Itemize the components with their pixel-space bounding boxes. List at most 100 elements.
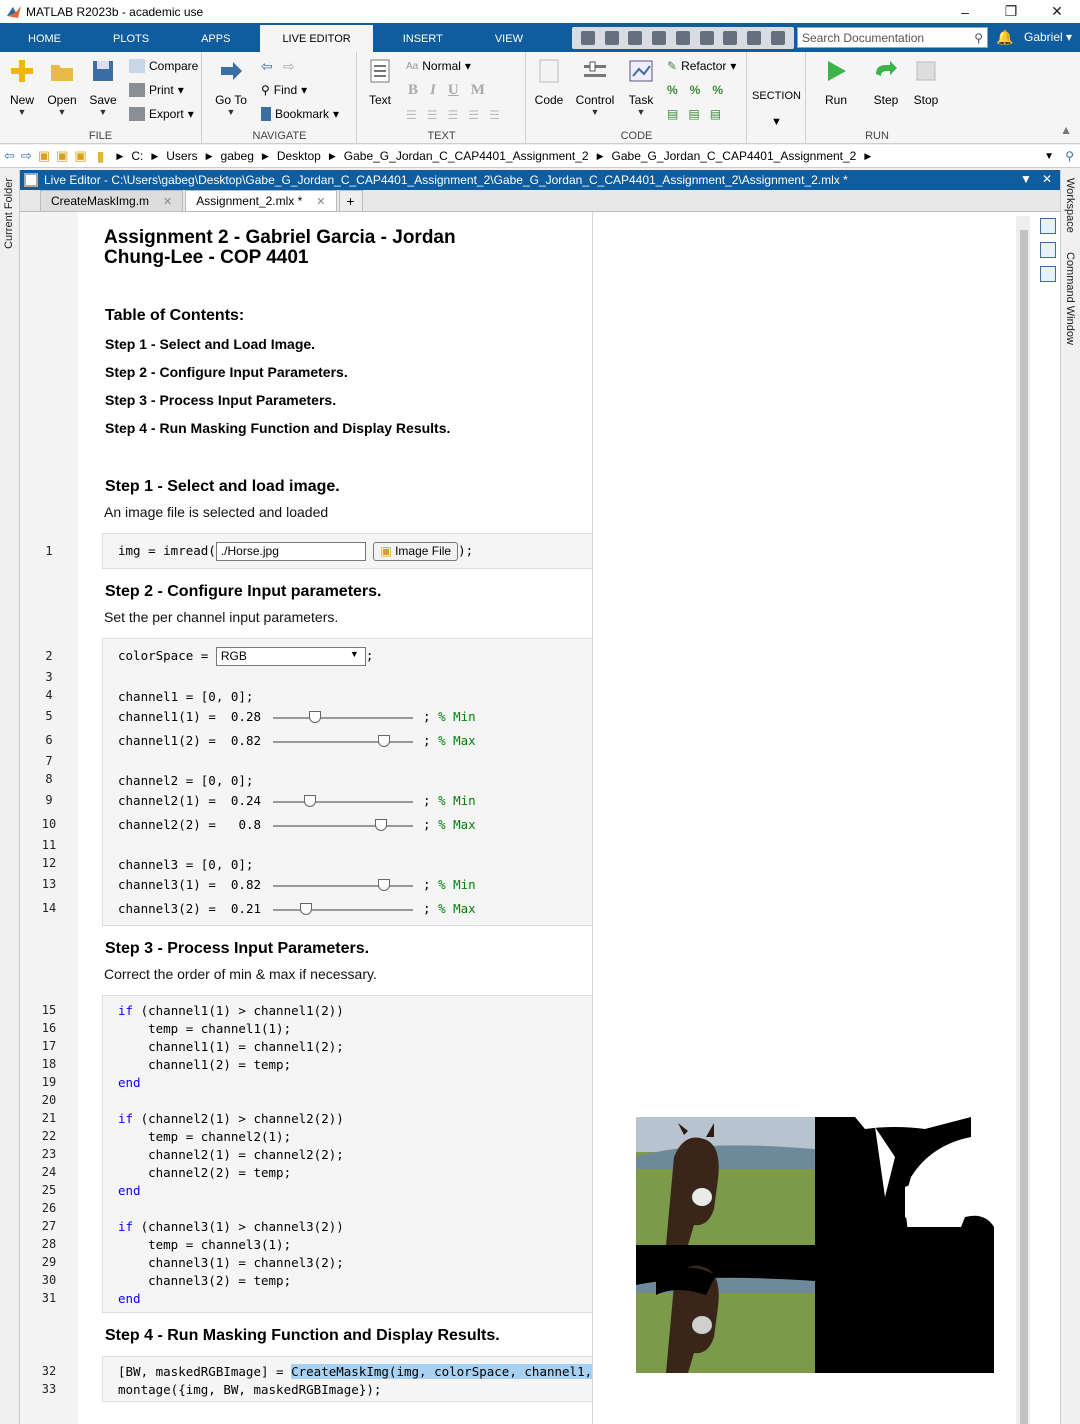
editor-close-icon[interactable]: ✕ [1042, 172, 1052, 186]
image-file-path-input[interactable]: ./Horse.jpg [215, 542, 366, 561]
stop-button[interactable]: Stop [904, 58, 948, 107]
breadcrumb-item[interactable]: Gabe_G_Jordan_C_CAP4401_Assignment_2 [612, 149, 857, 163]
slider-channel1-max[interactable] [273, 734, 414, 747]
minimize-icon[interactable]: – [942, 0, 988, 23]
save-button[interactable]: Save ▼ [81, 58, 125, 117]
notification-bell-icon[interactable]: 🔔 [996, 29, 1013, 46]
tab-apps[interactable]: APPS [179, 26, 252, 52]
comment-icon[interactable]: % [667, 83, 678, 97]
current-folder-tab[interactable]: Current Folder [3, 178, 15, 249]
hide-code-icon[interactable] [1040, 266, 1056, 282]
tab-home[interactable]: HOME [6, 26, 83, 52]
increase-indent-icon[interactable]: ▤ [710, 107, 721, 121]
align-left-icon[interactable]: ☰ [448, 108, 459, 122]
slider-thumb[interactable] [377, 878, 390, 891]
colorspace-dropdown[interactable]: RGB ▼ [215, 647, 366, 666]
user-menu[interactable]: Gabriel ▾ [1024, 30, 1072, 44]
breadcrumb-item[interactable]: Gabe_G_Jordan_C_CAP4401_Assignment_2 [344, 149, 589, 163]
document-pane[interactable]: Assignment 2 - Gabriel Garcia - Jordan C… [78, 212, 593, 1424]
output-right-icon[interactable] [1040, 242, 1056, 258]
refactor-button[interactable]: ✎ Refactor ▾ [667, 59, 736, 73]
new-tab-button[interactable]: + [338, 190, 363, 211]
maximize-icon[interactable]: ❐ [988, 0, 1034, 23]
back-arrow-icon[interactable]: ⇦ [261, 58, 273, 75]
code-block-step2[interactable]: colorSpace = RGB ▼; channel1 = [0, 0]; ch… [102, 638, 592, 926]
search-icon[interactable]: ⚲ [974, 31, 983, 45]
uncomment-icon[interactable]: % [690, 83, 701, 97]
toc-link[interactable]: Step 3 - Process Input Parameters. [105, 392, 336, 408]
close-tab-icon[interactable]: ✕ [163, 195, 172, 208]
browse-folder-icon[interactable]: ▣ [56, 148, 68, 164]
run-button[interactable]: Run [814, 58, 858, 107]
slider-channel3-min[interactable] [273, 878, 414, 891]
toc-link[interactable]: Step 4 - Run Masking Function and Displa… [105, 420, 450, 436]
text-button[interactable]: Text [358, 58, 402, 107]
smart-indent-icon[interactable]: ▤ [667, 107, 678, 121]
path-dropdown-icon[interactable]: ▼ [1044, 151, 1054, 162]
underline-button[interactable]: U [448, 82, 459, 99]
section-button[interactable]: SECTION [748, 90, 805, 102]
image-file-button[interactable]: ▣ Image File [373, 542, 459, 561]
tab-live-editor[interactable]: LIVE EDITOR [260, 25, 373, 52]
montage-figure[interactable] [636, 1117, 994, 1373]
tab-view[interactable]: VIEW [473, 26, 545, 52]
tab-plots[interactable]: PLOTS [91, 26, 171, 52]
file-tab-assignment2[interactable]: Assignment_2.mlx * ✕ [185, 190, 337, 211]
italic-button[interactable]: I [430, 82, 436, 99]
tab-insert[interactable]: INSERT [381, 26, 465, 52]
align-right-icon[interactable]: ☰ [489, 108, 500, 122]
save-icon[interactable] [580, 31, 595, 45]
step-button[interactable]: Step [864, 58, 908, 107]
breadcrumb-item[interactable]: gabeg [221, 149, 254, 163]
find-button[interactable]: ⚲ Find ▾ [261, 83, 307, 97]
slider-thumb[interactable] [299, 902, 312, 915]
slider-thumb[interactable] [375, 818, 388, 831]
slider-thumb[interactable] [303, 794, 316, 807]
help-icon[interactable] [747, 31, 762, 45]
close-tab-icon[interactable]: ✕ [316, 195, 325, 208]
task-button[interactable]: Task ▼ [619, 58, 663, 117]
switch-windows-icon[interactable] [723, 31, 738, 45]
code-block-step3[interactable]: if (channel1(1) > channel1(2)) temp = ch… [102, 995, 592, 1313]
align-center-icon[interactable]: ☰ [468, 108, 479, 122]
toc-link[interactable]: Step 2 - Configure Input Parameters. [105, 364, 348, 380]
output-inline-icon[interactable] [1040, 218, 1056, 234]
section-dropdown-icon[interactable]: ▼ [748, 116, 805, 128]
decrease-indent-icon[interactable]: ▤ [688, 107, 699, 121]
new-button[interactable]: New ▼ [0, 58, 44, 117]
back-icon[interactable]: ⇦ [4, 148, 15, 164]
undo-icon[interactable] [675, 31, 690, 45]
forward-arrow-icon[interactable]: ⇨ [283, 58, 295, 75]
compare-button[interactable]: Compare [129, 59, 198, 73]
goto-button[interactable]: Go To ▼ [209, 58, 253, 117]
slider-thumb[interactable] [377, 734, 390, 747]
scrollbar-thumb[interactable] [1020, 230, 1028, 1424]
close-icon[interactable]: ✕ [1034, 0, 1080, 23]
redo-icon[interactable] [699, 31, 714, 45]
options-icon[interactable] [771, 31, 785, 45]
file-tab-createmaskimg[interactable]: CreateMaskImg.m ✕ [40, 190, 184, 211]
workspace-tab[interactable]: Workspace [1064, 178, 1076, 233]
search-documentation-input[interactable]: Search Documentation ⚲ [797, 27, 988, 48]
breadcrumb-item[interactable]: Desktop [277, 149, 321, 163]
copy-icon[interactable] [628, 31, 643, 45]
toc-link[interactable]: Step 1 - Select and Load Image. [105, 336, 315, 352]
control-button[interactable]: Control ▼ [573, 58, 617, 117]
slider-channel3-max[interactable] [273, 902, 414, 915]
collapse-ribbon-icon[interactable]: ▲ [1060, 123, 1072, 137]
style-dropdown[interactable]: Aa Normal ▾ [406, 59, 471, 73]
bold-button[interactable]: B [408, 82, 418, 99]
number-list-icon[interactable]: ☰ [427, 108, 438, 122]
export-button[interactable]: Export ▾ [129, 107, 194, 121]
breadcrumb-item[interactable]: Users [166, 149, 197, 163]
code-block-step4[interactable]: [BW, maskedRGBImage] = CreateMaskImg(img… [102, 1356, 592, 1402]
bookmark-button[interactable]: Bookmark ▾ [261, 107, 339, 121]
slider-channel2-min[interactable] [273, 794, 414, 807]
editor-options-icon[interactable]: ▼ [1020, 172, 1032, 186]
command-window-tab[interactable]: Command Window [1064, 252, 1076, 345]
bullet-list-icon[interactable]: ☰ [406, 108, 417, 122]
slider-channel2-max[interactable] [273, 818, 414, 831]
monospace-button[interactable]: M [471, 82, 485, 99]
breadcrumb-item[interactable]: C: [131, 149, 143, 163]
folder-icon[interactable]: ▣ [74, 148, 86, 164]
